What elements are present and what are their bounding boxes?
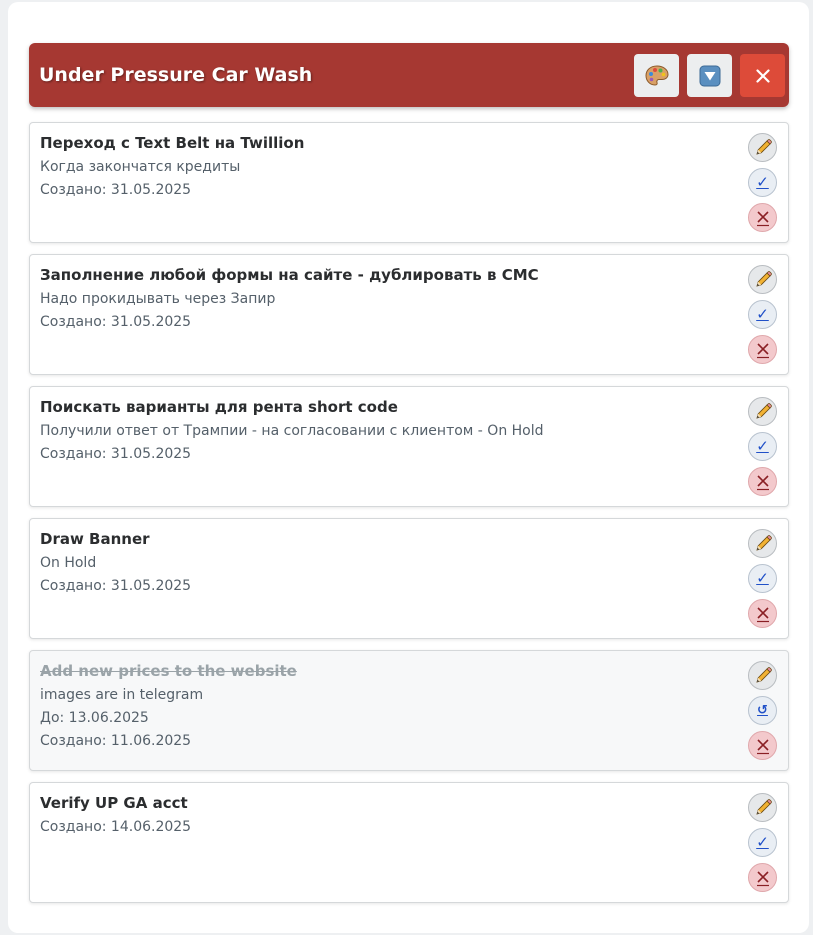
checkmark-icon: ✓ [756, 569, 769, 587]
task-card: Поискать варианты для рента short code П… [29, 386, 789, 507]
undo-icon: ↺ [757, 703, 768, 718]
task-created-date: Создано: 31.05.2025 [40, 446, 192, 462]
checkmark-icon: ✓ [756, 305, 769, 323]
complete-task-button[interactable]: ✓ [748, 168, 777, 197]
filter-triangle-icon [699, 65, 720, 86]
task-card: Заполнение любой формы на сайте - дублир… [29, 254, 789, 375]
checkmark-icon: ✓ [756, 833, 769, 851]
pencil-icon [755, 138, 772, 155]
delete-x-icon [756, 342, 769, 358]
filter-button[interactable] [687, 54, 732, 97]
pencil-icon [755, 534, 772, 551]
delete-x-icon [756, 474, 769, 490]
task-created-date: Создано: 14.06.2025 [40, 819, 192, 835]
complete-task-button[interactable]: ✓ [748, 300, 777, 329]
close-icon [755, 68, 770, 83]
delete-task-button[interactable] [748, 203, 777, 232]
pencil-icon [755, 402, 772, 419]
delete-task-button[interactable] [748, 731, 777, 760]
complete-task-button[interactable]: ✓ [748, 432, 777, 461]
complete-task-button[interactable]: ✓ [748, 828, 777, 857]
pencil-icon [755, 798, 772, 815]
task-description: Когда закончатся кредиты [40, 159, 241, 175]
edit-task-button[interactable] [748, 265, 777, 294]
task-description: images are in telegram [40, 687, 204, 703]
undo-complete-button[interactable]: ↺ [748, 696, 777, 725]
delete-task-button[interactable] [748, 599, 777, 628]
checkmark-icon: ✓ [756, 437, 769, 455]
task-description: Надо прокидывать через Запир [40, 291, 276, 307]
delete-x-icon [756, 606, 769, 622]
theme-palette-button[interactable] [634, 54, 679, 97]
task-created-date: Создано: 31.05.2025 [40, 182, 192, 198]
task-created-date: Создано: 11.06.2025 [40, 733, 192, 749]
task-description: On Hold [40, 555, 97, 571]
delete-task-button[interactable] [748, 335, 777, 364]
task-title: Draw Banner [40, 530, 150, 548]
task-card: Draw Banner On Hold Создано: 31.05.2025 … [29, 518, 789, 639]
task-created-date: Создано: 31.05.2025 [40, 578, 192, 594]
close-button[interactable] [740, 54, 785, 97]
project-header: Under Pressure Car Wash [29, 43, 789, 107]
project-title: Under Pressure Car Wash [39, 64, 313, 86]
checkmark-icon: ✓ [756, 173, 769, 191]
delete-x-icon [756, 870, 769, 886]
task-title: Переход с Text Belt на Twillion [40, 134, 305, 152]
delete-task-button[interactable] [748, 467, 777, 496]
edit-task-button[interactable] [748, 661, 777, 690]
delete-task-button[interactable] [748, 863, 777, 892]
task-title: Заполнение любой формы на сайте - дублир… [40, 266, 539, 284]
edit-task-button[interactable] [748, 133, 777, 162]
task-title: Verify UP GA acct [40, 794, 188, 812]
edit-task-button[interactable] [748, 793, 777, 822]
todo-panel: Under Pressure Car Wash Переход с Text B… [8, 2, 809, 933]
palette-icon [644, 64, 669, 86]
delete-x-icon [756, 738, 769, 754]
task-due-date: До: 13.06.2025 [40, 710, 149, 726]
delete-x-icon [756, 210, 769, 226]
edit-task-button[interactable] [748, 397, 777, 426]
task-description: Получили ответ от Трампии - на согласова… [40, 423, 544, 439]
pencil-icon [755, 270, 772, 287]
task-title: Add new prices to the website [40, 662, 297, 680]
pencil-icon [755, 666, 772, 683]
task-card: Verify UP GA acct Создано: 14.06.2025 ✓ [29, 782, 789, 903]
task-card-completed: Add new prices to the website images are… [29, 650, 789, 771]
task-title: Поискать варианты для рента short code [40, 398, 398, 416]
edit-task-button[interactable] [748, 529, 777, 558]
complete-task-button[interactable]: ✓ [748, 564, 777, 593]
task-card: Переход с Text Belt на Twillion Когда за… [29, 122, 789, 243]
task-created-date: Создано: 31.05.2025 [40, 314, 192, 330]
